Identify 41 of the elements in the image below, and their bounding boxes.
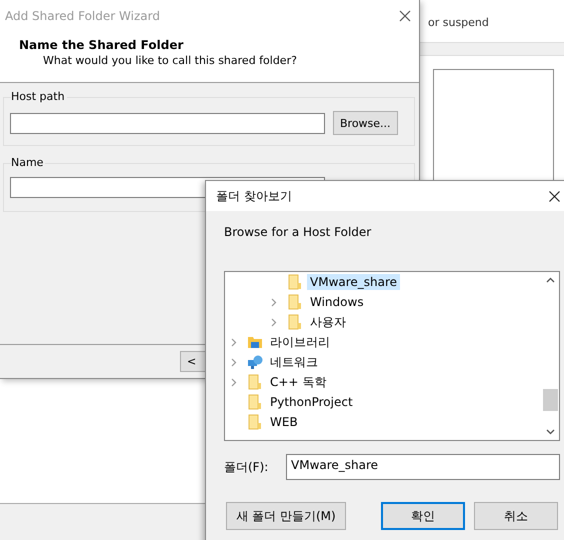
- folder-icon: [247, 374, 263, 390]
- dialog-button[interactable]: 취소: [474, 502, 558, 530]
- network-icon: [247, 354, 263, 370]
- page-heading: Name the Shared Folder: [19, 38, 184, 52]
- group-label: Name: [11, 156, 46, 169]
- folder-icon: [287, 294, 303, 310]
- dialog-button[interactable]: 확인: [381, 502, 465, 530]
- expand-icon[interactable]: [271, 318, 277, 326]
- settings-text: or suspend: [428, 16, 489, 28]
- tree-item[interactable]: VMware_share: [307, 274, 400, 290]
- expand-icon[interactable]: [231, 338, 237, 346]
- tree-item[interactable]: 사용자: [307, 312, 349, 332]
- browse-button[interactable]: Browse...: [333, 111, 398, 135]
- folder-label: 폴더(F):: [224, 458, 270, 476]
- expand-icon[interactable]: [271, 298, 277, 306]
- folder-icon: [247, 414, 263, 430]
- library-icon: [247, 334, 263, 350]
- expand-icon[interactable]: [231, 378, 237, 386]
- scroll-thumb[interactable]: [543, 389, 558, 411]
- tree-item[interactable]: 네트워크: [267, 352, 321, 372]
- folder-icon: [287, 314, 303, 330]
- tree-item[interactable]: 라이브러리: [267, 332, 333, 352]
- tree-item[interactable]: WEB: [267, 414, 301, 430]
- scroll-down-icon[interactable]: [546, 429, 555, 435]
- window-title: Add Shared Folder Wizard: [5, 9, 160, 23]
- tree-item[interactable]: Windows: [307, 294, 367, 310]
- tree-item[interactable]: C++ 독학: [267, 372, 330, 392]
- dialog-button[interactable]: 새 폴더 만들기(M): [226, 502, 346, 530]
- folder-field[interactable]: VMware_share: [286, 454, 560, 480]
- close-icon[interactable]: [549, 190, 560, 202]
- expand-icon[interactable]: [231, 358, 237, 366]
- scroll-up-icon[interactable]: [546, 277, 555, 283]
- host-path-field[interactable]: [10, 112, 325, 134]
- prompt-text: Browse for a Host Folder: [224, 225, 372, 241]
- folder-icon: [287, 274, 303, 290]
- window-title: 폴더 찾아보기: [216, 188, 292, 204]
- close-icon[interactable]: [399, 10, 411, 22]
- group-label: Host path: [11, 90, 67, 103]
- tree-item[interactable]: PythonProject: [267, 394, 356, 410]
- folder-icon: [247, 394, 263, 410]
- page-subheading: What would you like to call this shared folder?: [43, 54, 298, 67]
